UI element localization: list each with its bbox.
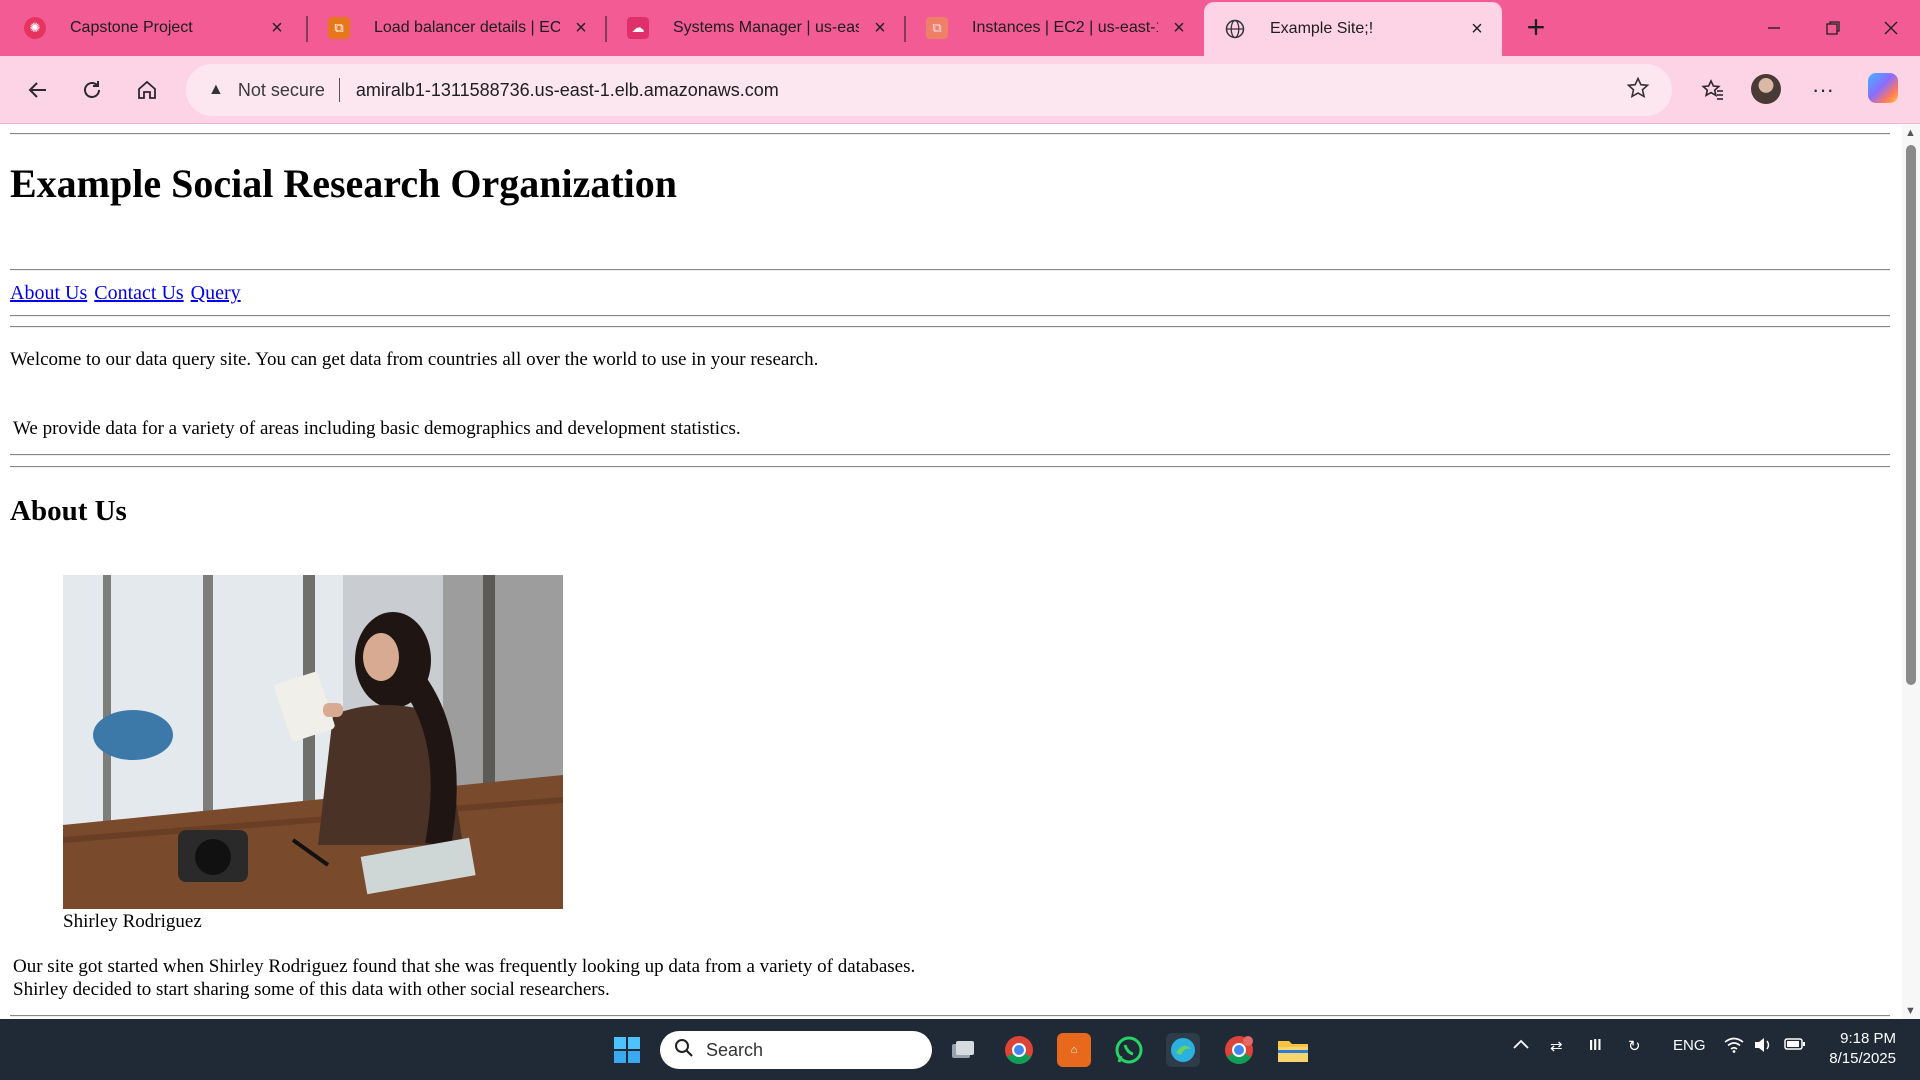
url-text[interactable]: amiralb1-1311588736.us-east-1.elb.amazon… bbox=[356, 80, 779, 101]
close-tab-icon[interactable]: × bbox=[869, 17, 891, 39]
divider bbox=[10, 315, 1890, 317]
windows-taskbar: Search ⌂ ⇄ Ill ↻ ENG 9:18 PM 8/15/2025 bbox=[0, 1019, 1920, 1080]
ec2-favicon-icon: ⧉ bbox=[926, 17, 948, 39]
tab-title: Capstone Project bbox=[70, 19, 193, 36]
warning-icon[interactable]: ▲ bbox=[208, 81, 224, 99]
system-clock[interactable]: 9:18 PM 8/15/2025 bbox=[1822, 1029, 1896, 1069]
browser-toolbar: ▲ Not secure amiralb1-1311588736.us-east… bbox=[0, 56, 1920, 124]
close-tab-icon[interactable]: × bbox=[570, 17, 592, 39]
page-viewport: Example Social Research Organization Abo… bbox=[0, 125, 1902, 1019]
copilot-icon[interactable] bbox=[1868, 73, 1898, 103]
volume-icon[interactable] bbox=[1754, 1037, 1774, 1057]
address-bar[interactable]: ▲ Not secure amiralb1-1311588736.us-east… bbox=[186, 64, 1672, 116]
sync-tray-icon[interactable]: ⇄ bbox=[1550, 1037, 1563, 1055]
restore-button[interactable] bbox=[1813, 10, 1853, 46]
tab-load-balancer[interactable]: ⧉ Load balancer details | EC2 × bbox=[308, 6, 606, 50]
tab-title: Instances | EC2 | us-east-1 bbox=[972, 19, 1158, 36]
systems-manager-favicon-icon: ☁ bbox=[627, 17, 649, 39]
divider bbox=[10, 269, 1890, 271]
update-tray-icon[interactable]: ↻ bbox=[1628, 1037, 1641, 1055]
scroll-up-icon[interactable]: ▲ bbox=[1905, 127, 1916, 139]
founder-photo bbox=[63, 575, 563, 909]
tab-title: Systems Manager | us-east- bbox=[673, 19, 859, 36]
page-scrollbar[interactable]: ▲ ▼ bbox=[1902, 125, 1920, 1019]
whatsapp-icon[interactable] bbox=[1112, 1033, 1146, 1067]
refresh-button[interactable] bbox=[72, 70, 112, 110]
audio-meter-tray-icon[interactable]: Ill bbox=[1589, 1037, 1602, 1054]
site-nav: About Us Contact Us Query bbox=[10, 282, 243, 305]
tab-title: Load balancer details | EC2 bbox=[374, 19, 560, 36]
tab-instances[interactable]: ⧉ Instances | EC2 | us-east-1 × bbox=[906, 6, 1204, 50]
favorites-icon[interactable] bbox=[1693, 70, 1733, 110]
show-hidden-icons-icon[interactable] bbox=[1512, 1037, 1530, 1055]
start-windows-icon[interactable] bbox=[610, 1033, 644, 1067]
nav-link-query[interactable]: Query bbox=[191, 282, 241, 304]
scroll-down-icon[interactable]: ▼ bbox=[1905, 1005, 1916, 1017]
home-button[interactable] bbox=[127, 70, 167, 110]
tab-example-site[interactable]: Example Site;! × bbox=[1204, 2, 1502, 56]
nav-link-about-us[interactable]: About Us bbox=[10, 282, 87, 304]
divider bbox=[10, 466, 1890, 468]
browser-tab-strip: ✺ Capstone Project × ⧉ Load balancer det… bbox=[0, 0, 1920, 56]
divider bbox=[10, 133, 1890, 135]
favorite-star-icon[interactable] bbox=[1626, 76, 1650, 105]
chrome-icon[interactable] bbox=[1002, 1033, 1036, 1067]
language-indicator[interactable]: ENG bbox=[1673, 1037, 1706, 1054]
close-window-button[interactable] bbox=[1871, 10, 1911, 46]
divider bbox=[10, 326, 1890, 328]
story-line: Shirley decided to start sharing some of… bbox=[13, 979, 610, 1000]
back-button[interactable] bbox=[18, 70, 58, 110]
scrollbar-thumb[interactable] bbox=[1906, 145, 1916, 685]
nav-link-contact-us[interactable]: Contact Us bbox=[94, 282, 183, 304]
ec2-favicon-icon: ⧉ bbox=[328, 17, 350, 39]
close-tab-icon[interactable]: × bbox=[266, 17, 288, 39]
task-view-icon[interactable] bbox=[946, 1033, 980, 1067]
globe-icon bbox=[1224, 18, 1246, 40]
profile-avatar[interactable] bbox=[1751, 74, 1781, 104]
provide-paragraph: We provide data for a variety of areas i… bbox=[13, 418, 741, 439]
divider bbox=[338, 78, 340, 102]
photo-caption: Shirley Rodriguez bbox=[63, 911, 202, 932]
security-label[interactable]: Not secure bbox=[238, 80, 325, 101]
divider bbox=[10, 1015, 1890, 1017]
more-options-icon[interactable]: ··· bbox=[1803, 70, 1843, 110]
intro-paragraph: Welcome to our data query site. You can … bbox=[10, 349, 819, 370]
edge-browser-icon[interactable] bbox=[1166, 1033, 1200, 1067]
tab-title: Example Site;! bbox=[1270, 20, 1374, 37]
battery-icon[interactable] bbox=[1784, 1037, 1806, 1055]
search-icon bbox=[674, 1038, 694, 1063]
close-tab-icon[interactable]: × bbox=[1466, 18, 1488, 40]
clock-time: 9:18 PM bbox=[1840, 1030, 1896, 1047]
new-tab-button[interactable]: + bbox=[1518, 10, 1554, 46]
search-placeholder: Search bbox=[706, 1039, 764, 1060]
tab-capstone-project[interactable]: ✺ Capstone Project × bbox=[4, 6, 302, 50]
tab-favicon-icon: ✺ bbox=[24, 17, 46, 39]
tab-systems-manager[interactable]: ☁ Systems Manager | us-east- × bbox=[607, 6, 905, 50]
about-heading: About Us bbox=[10, 495, 127, 527]
taskbar-search-box[interactable]: Search bbox=[660, 1031, 932, 1069]
chrome-profile-icon[interactable] bbox=[1222, 1033, 1256, 1067]
page-title: Example Social Research Organization bbox=[10, 161, 677, 206]
clock-date: 8/15/2025 bbox=[1829, 1050, 1896, 1067]
story-paragraph: Our site got started when Shirley Rodrig… bbox=[13, 955, 915, 1001]
file-explorer-icon[interactable] bbox=[1276, 1033, 1310, 1067]
minimize-button[interactable] bbox=[1754, 10, 1794, 46]
wifi-icon[interactable] bbox=[1724, 1037, 1744, 1057]
close-tab-icon[interactable]: × bbox=[1168, 17, 1190, 39]
ubuntu-app-icon[interactable]: ⌂ bbox=[1057, 1033, 1091, 1067]
divider bbox=[10, 454, 1890, 456]
story-line: Our site got started when Shirley Rodrig… bbox=[13, 956, 916, 977]
